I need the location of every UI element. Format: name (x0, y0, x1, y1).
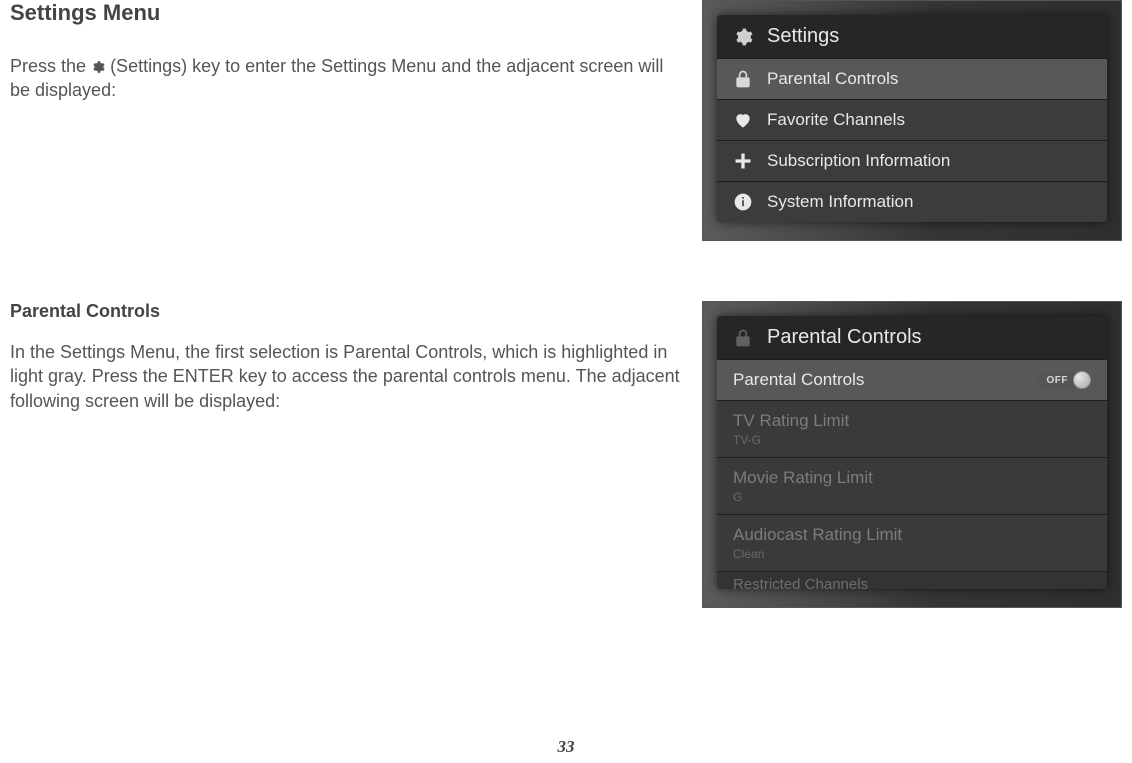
menu-item-system-information[interactable]: System Information (717, 181, 1107, 222)
para-frag-a: Press the (10, 56, 91, 76)
heart-icon (733, 110, 753, 130)
gear-icon-svg (91, 60, 105, 74)
text-column: Parental Controls In the Settings Menu, … (10, 301, 682, 608)
row-sublabel: G (733, 490, 873, 504)
row-movie-rating-limit[interactable]: Movie Rating Limit G (717, 457, 1107, 514)
row-label: Movie Rating Limit (733, 468, 873, 487)
toggle-row-parental-controls[interactable]: Parental Controls OFF (717, 359, 1107, 400)
screenshot-frame: Settings Parental Controls Favorite Chan… (702, 0, 1122, 241)
paragraph-settings-menu: Press the (Settings) key to enter the Se… (10, 54, 682, 103)
toggle-row-label: Parental Controls (733, 370, 864, 390)
toggle-switch[interactable]: OFF (1038, 371, 1092, 389)
gear-icon (91, 56, 105, 70)
screenshot-parental-controls: Parental Controls Parental Controls OFF … (702, 301, 1122, 608)
row-content: Audiocast Rating Limit Clean (733, 525, 902, 561)
menu-panel: Parental Controls Parental Controls OFF … (717, 316, 1107, 589)
row-content: Movie Rating Limit G (733, 468, 873, 504)
menu-item-label: Favorite Channels (767, 110, 905, 130)
plus-icon (733, 151, 753, 171)
row-label: TV Rating Limit (733, 411, 849, 430)
heading-parental-controls: Parental Controls (10, 301, 682, 322)
screenshot-settings-menu: Settings Parental Controls Favorite Chan… (702, 0, 1122, 241)
row-label: Restricted Channels (733, 576, 868, 589)
row-sublabel: TV-G (733, 433, 849, 447)
screenshot-bg: Parental Controls Parental Controls OFF … (703, 302, 1121, 607)
lock-icon (733, 69, 753, 89)
screenshot-bg: Settings Parental Controls Favorite Chan… (703, 1, 1121, 240)
menu-item-parental-controls[interactable]: Parental Controls (717, 58, 1107, 99)
page-number: 33 (0, 737, 1132, 757)
menu-item-subscription-information[interactable]: Subscription Information (717, 140, 1107, 181)
row-label: Audiocast Rating Limit (733, 525, 902, 544)
menu-header-label: Settings (767, 25, 839, 48)
row-tv-rating-limit[interactable]: TV Rating Limit TV-G (717, 400, 1107, 457)
menu-panel: Settings Parental Controls Favorite Chan… (717, 15, 1107, 222)
menu-item-label: System Information (767, 192, 913, 212)
row-audiocast-rating-limit[interactable]: Audiocast Rating Limit Clean (717, 514, 1107, 571)
section-parental-controls: Parental Controls In the Settings Menu, … (10, 301, 1122, 608)
menu-item-label: Subscription Information (767, 151, 950, 171)
toggle-knob (1073, 371, 1091, 389)
row-content: TV Rating Limit TV-G (733, 411, 849, 447)
menu-item-favorite-channels[interactable]: Favorite Channels (717, 99, 1107, 140)
paragraph-parental-controls: In the Settings Menu, the first selectio… (10, 340, 682, 413)
menu-header: Parental Controls (717, 316, 1107, 359)
row-sublabel: Clean (733, 547, 902, 561)
para-frag-b: (Settings) key to enter the Settings Men… (10, 56, 663, 100)
menu-header: Settings (717, 15, 1107, 58)
menu-header-label: Parental Controls (767, 326, 922, 349)
text-column: Settings Menu Press the (Settings) key t… (10, 0, 682, 241)
info-icon (733, 192, 753, 212)
section-settings-menu: Settings Menu Press the (Settings) key t… (10, 0, 1122, 241)
screenshot-frame: Parental Controls Parental Controls OFF … (702, 301, 1122, 608)
lock-icon (733, 328, 753, 348)
row-restricted-channels-cut: Restricted Channels (717, 571, 1107, 589)
toggle-state-label: OFF (1038, 372, 1076, 389)
heading-settings-menu: Settings Menu (10, 0, 682, 26)
menu-item-label: Parental Controls (767, 69, 898, 89)
gear-icon (733, 27, 753, 47)
